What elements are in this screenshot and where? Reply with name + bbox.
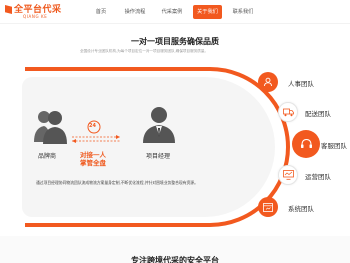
brand-owner-icon — [34, 111, 67, 144]
team-label-system: 系统团队 — [288, 205, 314, 213]
mid-text-line2: 掌管全盘 — [80, 159, 106, 167]
team-label-operations: 运营团队 — [305, 173, 331, 181]
brand-owner-figure — [32, 108, 68, 146]
system-window-icon — [263, 202, 273, 212]
logo[interactable]: 全平台代采 QIANG KE — [5, 2, 65, 22]
nav-item-contact[interactable]: 联系我们 — [228, 5, 258, 19]
team-label-delivery: 配送团队 — [305, 110, 331, 118]
team-item-system[interactable] — [258, 197, 278, 217]
nav-item-home[interactable]: 首页 — [90, 5, 112, 19]
headset-icon — [300, 138, 312, 148]
exchange-arrows-icon — [72, 135, 120, 143]
project-manager-figure — [141, 105, 177, 145]
relation-diagram: 品牌商 24 对接一人 掌管全盘 项目经理 人事团队 配送团队 客服团队 运营团… — [0, 55, 350, 230]
user-team-icon — [264, 77, 272, 87]
logo-subtitle: QIANG KE — [23, 14, 48, 19]
nav-item-about[interactable]: 关于我们 — [193, 5, 222, 19]
monitor-icon — [282, 170, 294, 180]
nav-item-cases[interactable]: 代采案例 — [157, 5, 187, 19]
truck-icon — [282, 108, 294, 116]
logo-mark-icon — [5, 5, 12, 14]
badge-24-text: 24 — [89, 123, 96, 129]
one-contact-text: 对接一人 掌管全盘 — [80, 151, 106, 167]
team-item-support[interactable] — [292, 130, 320, 158]
team-label-hr: 人事团队 — [288, 80, 314, 88]
mid-text-line1: 对接一人 — [80, 151, 106, 159]
section-title: 一对一项目服务确保品质 — [131, 37, 219, 46]
nav-item-process[interactable]: 操作流程 — [120, 5, 150, 19]
header: 全平台代采 QIANG KE 首页 操作流程 代采案例 关于我们 联系我们 — [0, 0, 350, 24]
description-text: 通过项目经理协同物流团队流成物流方案量身定制,不断优化流程,并针对困境业务整合现… — [36, 180, 198, 185]
team-label-support: 客服团队 — [321, 142, 347, 150]
team-item-hr[interactable] — [258, 72, 278, 92]
footer-title: 专注跨境代采的安全平台 — [131, 256, 219, 263]
section-subtitle: 全国设计专业团队机构,为每个项目定位一对一项目服务团队,确保项目服务质量。 — [80, 49, 209, 53]
team-item-operations[interactable] — [278, 165, 298, 185]
project-manager-icon — [143, 107, 175, 143]
project-manager-label: 项目经理 — [146, 153, 171, 160]
brand-owner-label: 品牌商 — [38, 153, 57, 160]
team-item-delivery[interactable] — [278, 102, 298, 122]
